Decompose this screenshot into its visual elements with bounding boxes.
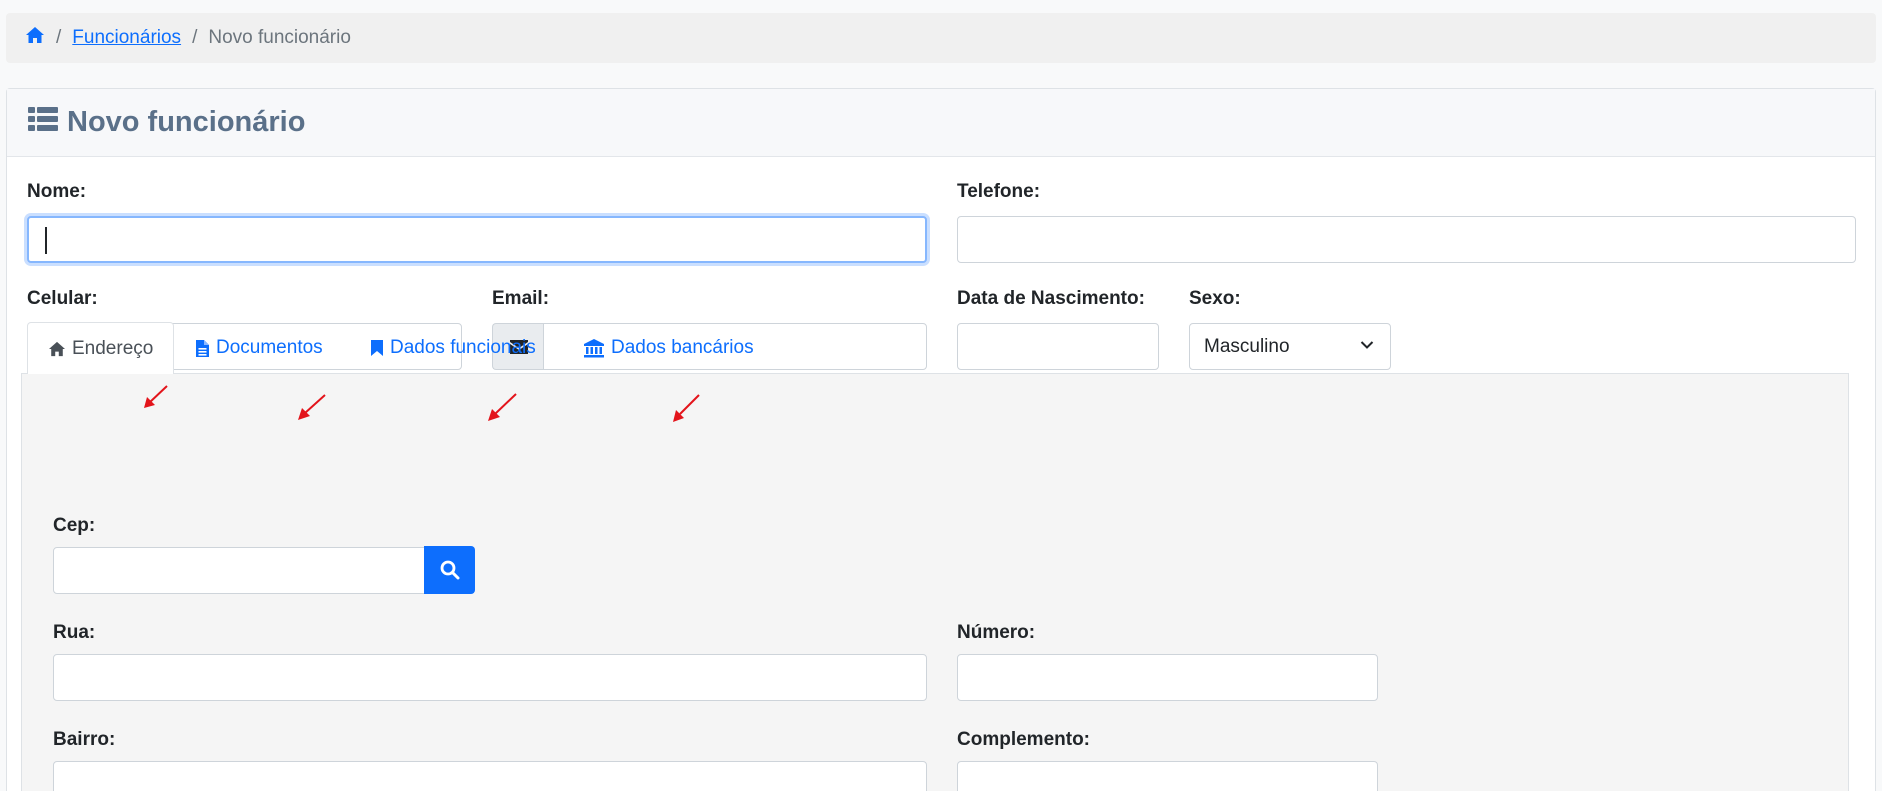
bairro-input[interactable]	[53, 761, 927, 791]
rua-label: Rua:	[53, 622, 96, 643]
tab-bar: Endereço Documentos Dados funcionais Dad…	[21, 322, 1849, 375]
bairro-label: Bairro:	[53, 729, 116, 750]
bank-icon	[584, 339, 604, 358]
cep-search-button[interactable]	[424, 546, 475, 594]
bookmark-icon	[371, 340, 383, 356]
tab-dados-funcionais[interactable]: Dados funcionais	[350, 322, 556, 374]
breadcrumb-separator: /	[56, 27, 62, 48]
card-header: Novo funcionário	[7, 89, 1875, 157]
complemento-input[interactable]	[957, 761, 1378, 791]
tab-dados-bancarios[interactable]: Dados bancários	[563, 322, 774, 374]
numero-label: Número:	[957, 622, 1036, 643]
tab-endereco[interactable]: Endereço	[27, 322, 175, 375]
breadcrumb-link-funcionarios[interactable]: Funcionários	[72, 27, 181, 49]
data-nascimento-label: Data de Nascimento:	[957, 288, 1145, 309]
annotation-arrow	[673, 394, 700, 422]
home-icon[interactable]	[25, 26, 45, 50]
search-icon	[440, 560, 459, 580]
tab-documentos[interactable]: Documentos	[175, 322, 343, 374]
breadcrumb-separator: /	[192, 27, 198, 48]
breadcrumb-current: Novo funcionário	[208, 27, 351, 48]
annotation-arrow	[298, 394, 326, 420]
email-label: Email:	[492, 288, 550, 309]
telefone-label: Telefone:	[957, 181, 1041, 202]
breadcrumb: / Funcionários / Novo funcionário	[6, 13, 1876, 63]
cep-label: Cep:	[53, 515, 96, 536]
text-caret	[45, 227, 47, 254]
tab-label: Dados bancários	[611, 337, 754, 358]
tab-label: Endereço	[72, 337, 154, 359]
annotation-arrow	[144, 385, 168, 408]
rua-input[interactable]	[53, 654, 927, 701]
tab-label: Documentos	[216, 337, 323, 358]
page-title: Novo funcionário	[28, 106, 305, 140]
nome-label: Nome:	[27, 181, 87, 202]
page-title-text: Novo funcionário	[67, 106, 306, 138]
sexo-label: Sexo:	[1189, 288, 1241, 309]
annotation-arrow	[488, 393, 517, 421]
numero-input[interactable]	[957, 654, 1378, 701]
list-icon	[28, 106, 67, 140]
cep-input[interactable]	[53, 547, 425, 594]
nome-input[interactable]	[27, 216, 927, 263]
celular-label: Celular:	[27, 288, 98, 309]
file-icon	[196, 339, 209, 357]
telefone-input[interactable]	[957, 216, 1856, 263]
complemento-label: Complemento:	[957, 729, 1090, 750]
home-icon	[49, 341, 65, 356]
tab-label: Dados funcionais	[390, 337, 536, 358]
